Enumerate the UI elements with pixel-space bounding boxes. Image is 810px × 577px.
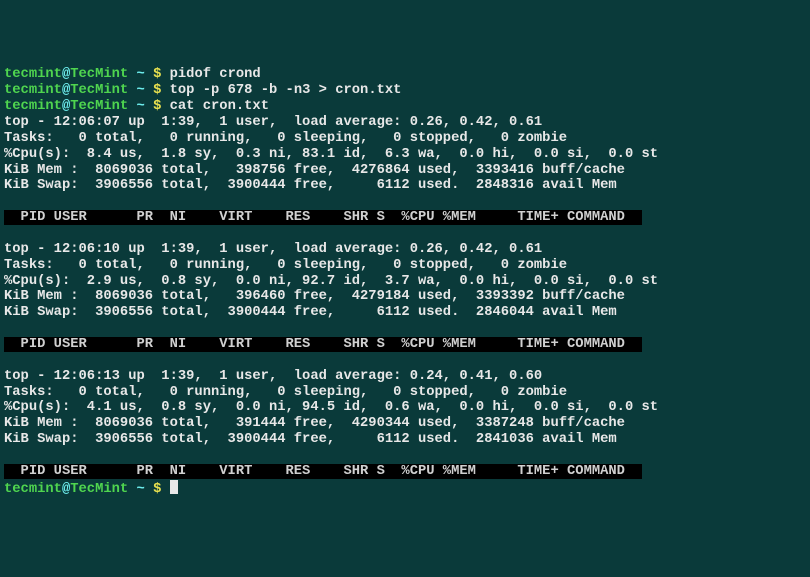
top-summary-line: top - 12:06:13 up 1:39, 1 user, load ave… (4, 369, 542, 384)
prompt-host: TecMint (70, 67, 128, 82)
terminal[interactable]: tecmint@TecMint ~ $ pidof crond tecmint@… (4, 67, 806, 497)
at-icon: @ (62, 83, 70, 98)
top-mem-line: KiB Mem : 8069036 total, 391444 free, 42… (4, 416, 625, 431)
cmd-pidof: pidof crond (170, 67, 261, 82)
prompt-line-2: tecmint@TecMint ~ $ top -p 678 -b -n3 > … (4, 83, 401, 98)
top-column-header: PID USER PR NI VIRT RES SHR S %CPU %MEM … (4, 337, 642, 352)
top-tasks-line: Tasks: 0 total, 0 running, 0 sleeping, 0… (4, 258, 567, 273)
top-summary-line: top - 12:06:10 up 1:39, 1 user, load ave… (4, 242, 542, 257)
top-tasks-line: Tasks: 0 total, 0 running, 0 sleeping, 0… (4, 131, 567, 146)
prompt-line-4[interactable]: tecmint@TecMint ~ $ (4, 482, 178, 497)
prompt-host: TecMint (70, 83, 128, 98)
top-column-header: PID USER PR NI VIRT RES SHR S %CPU %MEM … (4, 210, 642, 225)
top-swap-line: KiB Swap: 3906556 total, 3900444 free, 6… (4, 178, 625, 193)
cmd-top: top -p 678 -b -n3 > cron.txt (170, 83, 402, 98)
prompt-line-1: tecmint@TecMint ~ $ pidof crond (4, 67, 261, 82)
at-icon: @ (62, 99, 70, 114)
top-swap-line: KiB Swap: 3906556 total, 3900444 free, 6… (4, 432, 625, 447)
prompt-user: tecmint (4, 83, 62, 98)
top-column-header: PID USER PR NI VIRT RES SHR S %CPU %MEM … (4, 464, 642, 479)
prompt-host: TecMint (70, 482, 128, 497)
prompt-tilde: ~ (137, 67, 145, 82)
at-icon: @ (62, 482, 70, 497)
top-summary-line: top - 12:06:07 up 1:39, 1 user, load ave… (4, 115, 542, 130)
prompt-user: tecmint (4, 67, 62, 82)
prompt-host: TecMint (70, 99, 128, 114)
at-icon: @ (62, 67, 70, 82)
prompt-tilde: ~ (137, 83, 145, 98)
prompt-tilde: ~ (137, 99, 145, 114)
top-cpu-line: %Cpu(s): 2.9 us, 0.8 sy, 0.0 ni, 92.7 id… (4, 274, 658, 289)
prompt-user: tecmint (4, 99, 62, 114)
prompt-tilde: ~ (137, 482, 145, 497)
prompt-line-3: tecmint@TecMint ~ $ cat cron.txt (4, 99, 269, 114)
cmd-cat: cat cron.txt (170, 99, 269, 114)
top-mem-line: KiB Mem : 8069036 total, 396460 free, 42… (4, 289, 625, 304)
prompt-user: tecmint (4, 482, 62, 497)
top-cpu-line: %Cpu(s): 4.1 us, 0.8 sy, 0.0 ni, 94.5 id… (4, 400, 658, 415)
top-cpu-line: %Cpu(s): 8.4 us, 1.8 sy, 0.3 ni, 83.1 id… (4, 147, 658, 162)
top-tasks-line: Tasks: 0 total, 0 running, 0 sleeping, 0… (4, 385, 567, 400)
top-swap-line: KiB Swap: 3906556 total, 3900444 free, 6… (4, 305, 625, 320)
top-mem-line: KiB Mem : 8069036 total, 398756 free, 42… (4, 163, 625, 178)
cursor-icon (170, 480, 178, 494)
